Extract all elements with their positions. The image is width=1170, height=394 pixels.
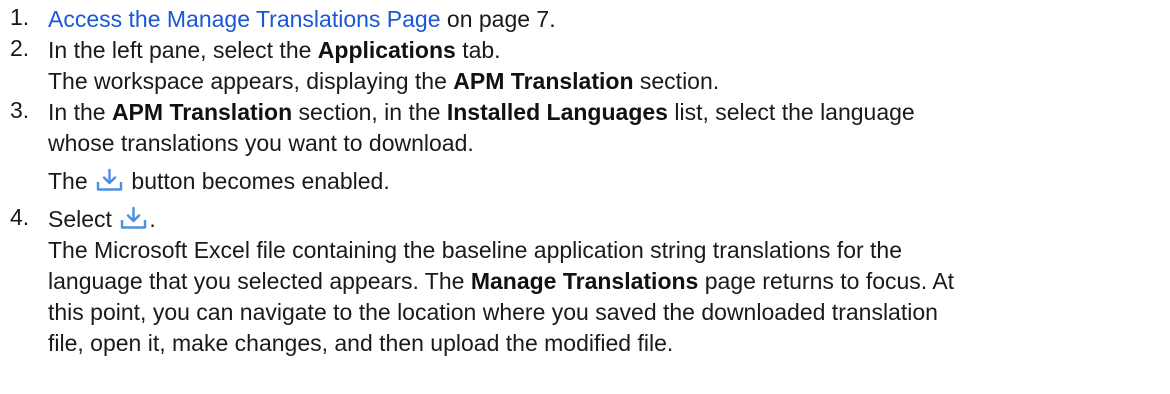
step-text: section, in the (292, 99, 447, 125)
step-1-line: Access the Manage Translations Page on p… (48, 4, 1160, 35)
step-3: 3. In the APM Translation section, in th… (10, 97, 1160, 197)
step-1-text: on page 7. (440, 6, 556, 32)
step-3-line-2: whose translations you want to download. (48, 130, 474, 156)
step-number: 1. (10, 4, 30, 30)
step-2: 2. In the left pane, select the Applicat… (10, 35, 1160, 97)
step-text: . (149, 206, 156, 232)
applications-term: Applications (317, 37, 456, 63)
download-icon (120, 206, 147, 230)
procedure-steps: 1. Access the Manage Translations Page o… (10, 4, 1160, 359)
step-number: 4. (10, 204, 30, 230)
step-text: The workspace appears, displaying the (48, 68, 454, 94)
step-1: 1. Access the Manage Translations Page o… (10, 4, 1160, 35)
step-3-line-3: The button becomes enabled. (48, 166, 1160, 197)
step-3-line-1: In the APM Translation section, in the I… (48, 97, 1160, 128)
step-text: page returns to focus. At (698, 268, 955, 294)
apm-translation-term: APM Translation (111, 99, 293, 125)
step-2-line-1: In the left pane, select the Application… (48, 35, 1160, 66)
step-text: language that you selected appears. The (48, 268, 471, 294)
step-text: In the (48, 99, 112, 125)
step-number: 3. (10, 97, 30, 123)
step-4-line-1: Select . (48, 204, 1160, 235)
step-number: 2. (10, 35, 30, 61)
step-2-line-2: The workspace appears, displaying the AP… (48, 66, 1160, 97)
step-text: button becomes enabled. (125, 168, 390, 194)
step-text: Select (48, 206, 119, 232)
step-4-line-3: language that you selected appears. The … (48, 266, 1160, 297)
download-icon (96, 168, 123, 192)
step-text: list, select the language (667, 99, 915, 125)
manage-translations-term: Manage Translations (470, 268, 699, 294)
step-text: The (48, 168, 95, 194)
manage-translations-link[interactable]: Access the Manage Translations Page (48, 6, 441, 32)
step-4-line-5: file, open it, make changes, and then up… (48, 330, 674, 356)
step-4: 4. Select . The Microsoft Excel file con… (10, 204, 1160, 359)
step-text: tab. (455, 37, 501, 63)
step-text: In the left pane, select the (48, 37, 318, 63)
step-4-line-2: The Microsoft Excel file containing the … (48, 237, 903, 263)
step-text: section. (633, 68, 720, 94)
apm-translation-term: APM Translation (453, 68, 634, 94)
installed-languages-term: Installed Languages (446, 99, 668, 125)
step-4-line-4: this point, you can navigate to the loca… (48, 299, 938, 325)
